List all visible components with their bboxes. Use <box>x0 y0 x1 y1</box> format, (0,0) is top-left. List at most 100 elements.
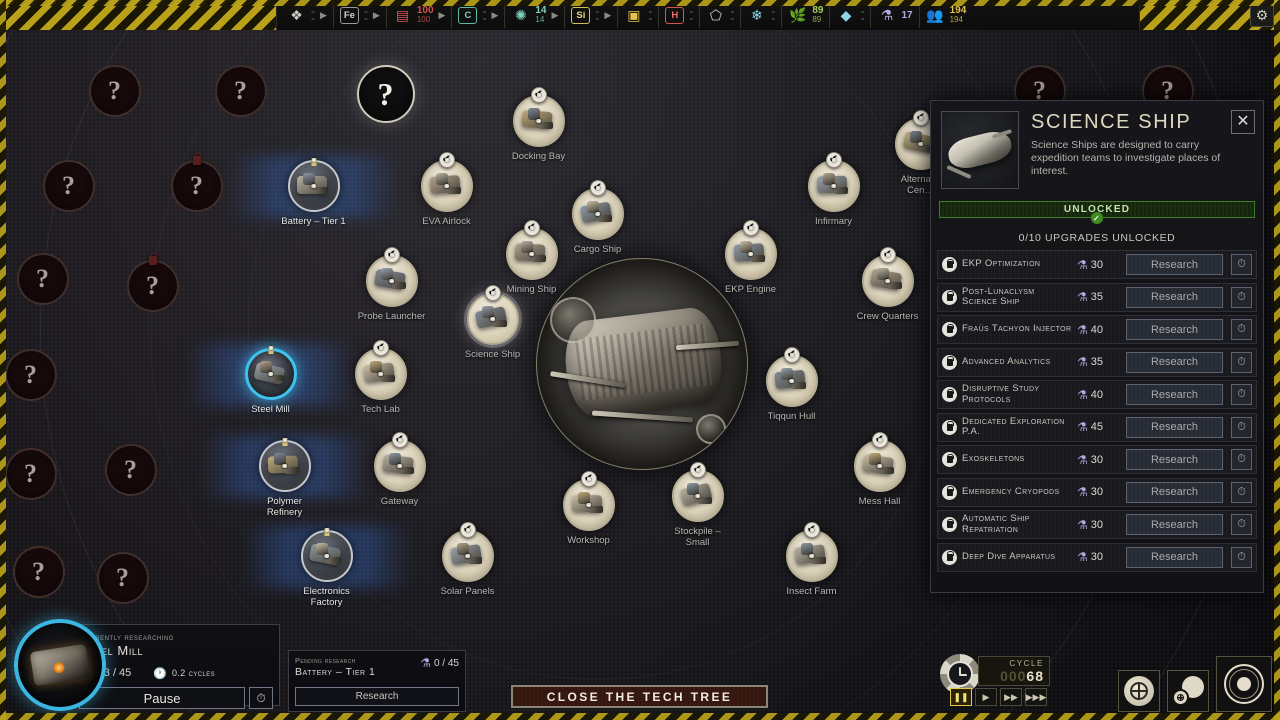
tech-node-q2[interactable]: ? <box>214 65 267 117</box>
node-pip <box>790 379 794 383</box>
node-label: Docking Bay <box>511 151 566 162</box>
close-tech-tree-button[interactable]: CLOSE THE TECH TREE <box>511 685 768 708</box>
speed-pause-button[interactable]: ❚❚ <box>950 688 972 706</box>
node-pip <box>444 158 449 162</box>
upgrade-timer-icon[interactable]: ⏱ <box>1231 286 1252 308</box>
pending-research-button[interactable]: Research <box>295 687 459 706</box>
tech-node-solar[interactable]: ✔Solar Panels <box>441 522 494 597</box>
upgrade-research-button[interactable]: Research <box>1126 286 1223 308</box>
tech-node-tiqqun[interactable]: ✔Tiqqun Hull <box>765 347 818 422</box>
tech-node-insect[interactable]: ✔Insect Farm <box>785 522 838 597</box>
resource-empty: -- <box>771 4 776 25</box>
upgrade-research-button[interactable]: Research <box>1126 481 1223 503</box>
tech-node-q6[interactable]: ? <box>126 252 179 312</box>
close-icon[interactable]: ✕ <box>1231 110 1255 134</box>
upgrade-cost-value: 35 <box>1090 291 1104 303</box>
upgrade-row: Deep Dive Apparatus ⚗ 30 Research ⏱ <box>937 542 1257 572</box>
node-label: Science Ship <box>464 349 521 360</box>
upgrade-timer-icon[interactable]: ⏱ <box>1231 546 1252 568</box>
tech-node-eva[interactable]: ✔EVA Airlock <box>420 152 473 227</box>
research-timer-icon[interactable]: ⏱ <box>249 687 273 709</box>
upgrade-row: Emergency Cryopods ⚗ 30 Research ⏱ <box>937 477 1257 507</box>
tech-node-docking[interactable]: ✔Docking Bay <box>512 87 565 162</box>
node-pip <box>324 528 329 532</box>
tech-node-q14[interactable]: ? <box>1141 65 1194 117</box>
upgrade-research-button[interactable]: Research <box>1126 384 1223 405</box>
tech-node-electronics[interactable]: Electronics Factory <box>300 528 353 607</box>
upgrade-timer-icon[interactable]: ⏱ <box>1231 449 1252 470</box>
upgrade-timer-icon[interactable]: ⏱ <box>1231 384 1252 405</box>
upgrade-row: Fraüs Tachyon Injector ⚗ 40 Research ⏱ <box>937 315 1257 344</box>
speed-fast-button[interactable]: ▶▶ <box>1000 688 1022 706</box>
upgrade-timer-icon[interactable]: ⏱ <box>1231 416 1252 438</box>
node-label: Tiqqun Hull <box>767 411 816 422</box>
hazard-stripe-top <box>0 0 1280 6</box>
node-pip <box>537 119 541 123</box>
moon-view-button[interactable] <box>1167 670 1209 712</box>
node-pip <box>586 477 591 481</box>
tech-node-techlab[interactable]: ✔Tech Lab <box>354 340 407 415</box>
upgrade-timer-icon[interactable]: ⏱ <box>1231 514 1252 535</box>
tech-node-q10[interactable]: ? <box>104 444 157 496</box>
tech-node-q1[interactable]: ? <box>88 65 141 117</box>
tech-node-polymer[interactable]: Polymer Refinery <box>258 438 311 517</box>
system-view-button[interactable] <box>1216 656 1272 712</box>
tech-node-altcen[interactable]: ✔Alterna… Cen… <box>894 110 947 195</box>
tech-node-cargo[interactable]: ✔Cargo Ship <box>571 180 624 255</box>
upgrade-timer-icon[interactable]: ⏱ <box>1231 481 1252 503</box>
speed-play-button[interactable]: ▶ <box>975 688 997 706</box>
tech-node-q9[interactable]: ? <box>12 546 65 598</box>
node-pip <box>491 317 495 321</box>
upgrade-timer-icon[interactable]: ⏱ <box>1231 351 1252 373</box>
game-screen: ?????????????? Battery – Tier 1 Steel Mill… <box>0 0 1280 720</box>
tech-node-q7[interactable]: ? <box>4 349 57 401</box>
upgrade-research-button[interactable]: Research <box>1126 254 1223 275</box>
hazard-stripe-left <box>0 0 6 720</box>
upgrade-cost: ⚗ 40 <box>1077 323 1121 337</box>
flask-icon: ⚗ <box>1077 322 1088 337</box>
tech-node-q4[interactable]: ? <box>170 152 223 212</box>
upgrade-name: Automatic Ship Repatriation <box>962 513 1030 535</box>
tech-node-gateway[interactable]: ✔Gateway <box>373 432 426 507</box>
tech-node-battery[interactable]: Battery – Tier 1 <box>281 158 346 227</box>
tech-node-q8[interactable]: ? <box>4 448 57 500</box>
upgrade-research-button[interactable]: Research <box>1126 351 1223 373</box>
tech-node-stockpile[interactable]: ✔Stockpile – Small <box>671 462 724 547</box>
tech-node-mining[interactable]: ✔Mining Ship <box>505 220 558 295</box>
node-pip <box>529 226 534 230</box>
tech-node-q12[interactable]: ? <box>356 65 415 123</box>
upgrade-research-button[interactable]: Research <box>1126 319 1223 340</box>
tech-node-workshop[interactable]: ✔Workshop <box>562 471 615 546</box>
upgrade-research-button[interactable]: Research <box>1126 449 1223 470</box>
upgrade-research-button[interactable]: Research <box>1126 546 1223 568</box>
tech-node-science[interactable]: ✔Science Ship <box>465 285 520 360</box>
tech-node-q3[interactable]: ? <box>42 160 95 212</box>
node-icon: ? <box>42 160 95 212</box>
hydrogen-icon: H <box>665 6 685 24</box>
node-label: EVA Airlock <box>422 216 471 227</box>
settings-gear-icon[interactable]: ⚙ <box>1250 3 1274 27</box>
tech-node-q5[interactable]: ? <box>16 253 69 305</box>
pending-research-header: Pending research <box>295 656 356 665</box>
tech-node-q13[interactable]: ? <box>1013 65 1066 117</box>
upgrade-timer-icon[interactable]: ⏱ <box>1231 254 1252 275</box>
upgrade-research-button[interactable]: Research <box>1126 514 1223 535</box>
upgrade-research-button[interactable]: Research <box>1126 416 1223 438</box>
tech-node-crew[interactable]: ✔Crew Quarters <box>857 247 918 322</box>
speed-fastest-button[interactable]: ▶▶▶ <box>1025 688 1047 706</box>
node-pip <box>465 528 470 532</box>
tech-node-q11[interactable]: ? <box>96 552 149 604</box>
node-pip <box>490 291 495 295</box>
flask-icon: ⚗ <box>1077 290 1088 304</box>
tech-node-probe[interactable]: ✔Probe Launcher <box>358 247 425 322</box>
resource-empty: -- <box>311 4 315 25</box>
upgrade-name: Dedicated Exploration P.A. <box>962 415 1065 437</box>
tech-node-ekpengine[interactable]: ✔EKP Engine <box>724 220 777 295</box>
tech-node-mess[interactable]: ✔Mess Hall <box>853 432 906 507</box>
tech-node-steelmill[interactable]: Steel Mill <box>244 346 297 415</box>
tech-node-infirmary[interactable]: ✔Infirmary <box>807 152 860 227</box>
node-pip <box>789 353 794 357</box>
upgrade-timer-icon[interactable]: ⏱ <box>1231 319 1252 340</box>
unknown-icon: ? <box>116 563 129 592</box>
base-view-button[interactable] <box>1118 670 1160 712</box>
